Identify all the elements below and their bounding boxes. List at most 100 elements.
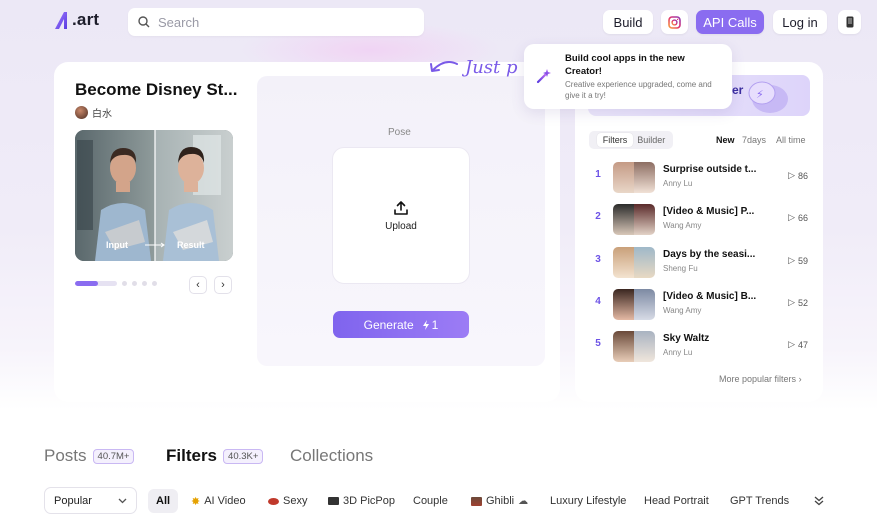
chevron-right-icon: › xyxy=(221,279,225,291)
sort-dropdown[interactable]: Popular xyxy=(44,487,137,514)
more-filters-label: More popular filters xyxy=(719,374,797,384)
carousel-dot[interactable] xyxy=(152,281,157,286)
filter-title: Surprise outside t... xyxy=(663,164,757,175)
rank-number: 4 xyxy=(595,296,601,307)
instagram-button[interactable] xyxy=(661,10,688,34)
filters-count-badge: 40.3K+ xyxy=(223,448,264,464)
callout-text: Just p xyxy=(465,57,518,78)
lightning-icon xyxy=(422,319,429,330)
chip-luxury-lifestyle[interactable]: Luxury Lifestyle xyxy=(550,489,626,513)
chip-gpt-trends[interactable]: GPT Trends xyxy=(730,489,789,513)
play-icon: ▷ xyxy=(788,212,795,222)
more-filters-link[interactable]: More popular filters › xyxy=(719,374,802,384)
time-filter-7days[interactable]: 7days xyxy=(742,131,766,149)
generate-cost-value: 1 xyxy=(431,317,439,332)
play-count: ▷ 86 xyxy=(788,170,808,181)
api-calls-button[interactable]: API Calls xyxy=(696,10,764,34)
chip-3d-picpop[interactable]: 3D PicPop xyxy=(328,489,395,513)
posts-count-badge: 40.7M+ xyxy=(92,448,135,464)
carousel-dot[interactable] xyxy=(142,281,147,286)
time-filter-new[interactable]: New xyxy=(716,131,735,149)
filters-label: Filters xyxy=(166,446,218,465)
play-count-value: 47 xyxy=(797,339,808,350)
feature-title[interactable]: Become Disney St... xyxy=(75,80,238,100)
chevron-down-icon xyxy=(118,498,127,503)
chip-label: Couple xyxy=(413,495,448,507)
chip-label: Sexy xyxy=(283,495,308,507)
carousel-progress-fill xyxy=(75,281,99,286)
chip-ai-video[interactable]: ✸ AI Video xyxy=(191,489,246,513)
generate-cost: 1 xyxy=(422,317,439,332)
tab-builder[interactable]: Builder xyxy=(637,135,665,145)
rank-number: 3 xyxy=(595,254,601,265)
ranking-tab-group: Filters Builder xyxy=(589,131,673,149)
chip-label: Ghibli xyxy=(486,495,515,507)
lips-icon xyxy=(268,497,279,505)
chip-couple[interactable]: Couple xyxy=(413,489,448,513)
chip-label: Luxury Lifestyle xyxy=(550,495,627,507)
ranking-row[interactable]: 5 Sky Waltz Anny Lu ▷ 47 xyxy=(588,330,810,363)
chip-label: Head Portrait xyxy=(644,495,709,507)
filter-author: Anny Lu xyxy=(663,179,693,188)
tab-filters[interactable]: Filters xyxy=(596,133,634,147)
chip-all[interactable]: All xyxy=(148,489,179,513)
chip-label: All xyxy=(156,495,171,507)
carousel-next-button[interactable]: › xyxy=(214,276,232,294)
picture-icon xyxy=(471,496,482,506)
time-filter-all-time[interactable]: All time xyxy=(776,131,806,149)
carousel-prev-button[interactable]: ‹ xyxy=(189,276,207,294)
double-chevron-down-icon xyxy=(814,496,824,506)
chip-ghibli[interactable]: Ghibli ☁ xyxy=(471,489,528,513)
carousel-dot[interactable] xyxy=(132,281,137,286)
logo[interactable]: .art xyxy=(54,10,99,30)
ranking-row[interactable]: 2 [Video & Music] P... Wang Amy ▷ 66 xyxy=(588,203,810,236)
rank-number: 5 xyxy=(595,338,601,349)
play-icon: ▷ xyxy=(788,255,795,265)
ranking-row[interactable]: 4 [Video & Music] B... Wang Amy ▷ 52 xyxy=(588,288,810,321)
filter-title: [Video & Music] B... xyxy=(663,291,757,302)
search-input[interactable] xyxy=(158,14,408,30)
result-label: Result xyxy=(177,240,205,250)
tab-collections[interactable]: Collections xyxy=(290,446,373,466)
chip-sexy[interactable]: Sexy xyxy=(268,489,307,513)
collections-label: Collections xyxy=(290,446,374,465)
chip-head-portrait[interactable]: Head Portrait xyxy=(644,489,709,513)
chevron-right-icon: › xyxy=(798,374,802,384)
generate-label: Generate xyxy=(363,317,414,332)
avatar xyxy=(75,106,88,119)
rank-number: 2 xyxy=(595,211,601,222)
play-icon: ▷ xyxy=(788,339,795,349)
search-bar[interactable] xyxy=(128,8,424,36)
tab-filters-section[interactable]: Filters 40.3K+ xyxy=(166,446,264,466)
ranking-row[interactable]: 1 Surprise outside t... Anny Lu ▷ 86 xyxy=(588,161,810,194)
chip-label: 3D PicPop xyxy=(343,495,395,507)
cloud-icon: ☁ xyxy=(518,495,529,507)
carousel-indicator xyxy=(75,281,157,286)
app-download-button[interactable] xyxy=(838,10,861,34)
phone-icon xyxy=(846,16,853,28)
play-count-value: 59 xyxy=(797,255,808,266)
sparkle-icon: ✸ xyxy=(191,495,201,508)
logo-text: .art xyxy=(72,10,100,29)
generate-button[interactable]: Generate 1 xyxy=(333,311,469,338)
upload-dropzone[interactable]: Upload xyxy=(332,147,470,284)
preview-image xyxy=(75,130,233,261)
carousel-dot[interactable] xyxy=(122,281,127,286)
film-icon xyxy=(328,497,339,505)
login-label: Log in xyxy=(782,14,818,30)
popup-title: Build cool apps in the new Creator! xyxy=(565,53,685,77)
expand-chips-button[interactable] xyxy=(814,489,824,513)
build-button[interactable]: Build xyxy=(603,10,653,34)
before-after-preview[interactable]: Input Result xyxy=(75,130,233,261)
ranking-row[interactable]: 3 Days by the seasi... Sheng Fu ▷ 59 xyxy=(588,246,810,279)
tab-posts[interactable]: Posts 40.7M+ xyxy=(44,446,135,466)
popup-subtitle: Creative experience upgraded, come and g… xyxy=(565,80,712,100)
feature-author[interactable]: 白水 xyxy=(75,105,112,120)
carousel-progress xyxy=(75,281,117,286)
chip-label: GPT Trends xyxy=(730,495,790,507)
creator-popup[interactable]: Build cool apps in the new Creator! Crea… xyxy=(524,44,732,109)
filter-author: Sheng Fu xyxy=(663,264,698,273)
sort-value: Popular xyxy=(54,494,92,507)
login-button[interactable]: Log in xyxy=(773,10,827,34)
filter-thumbnail xyxy=(613,331,655,362)
